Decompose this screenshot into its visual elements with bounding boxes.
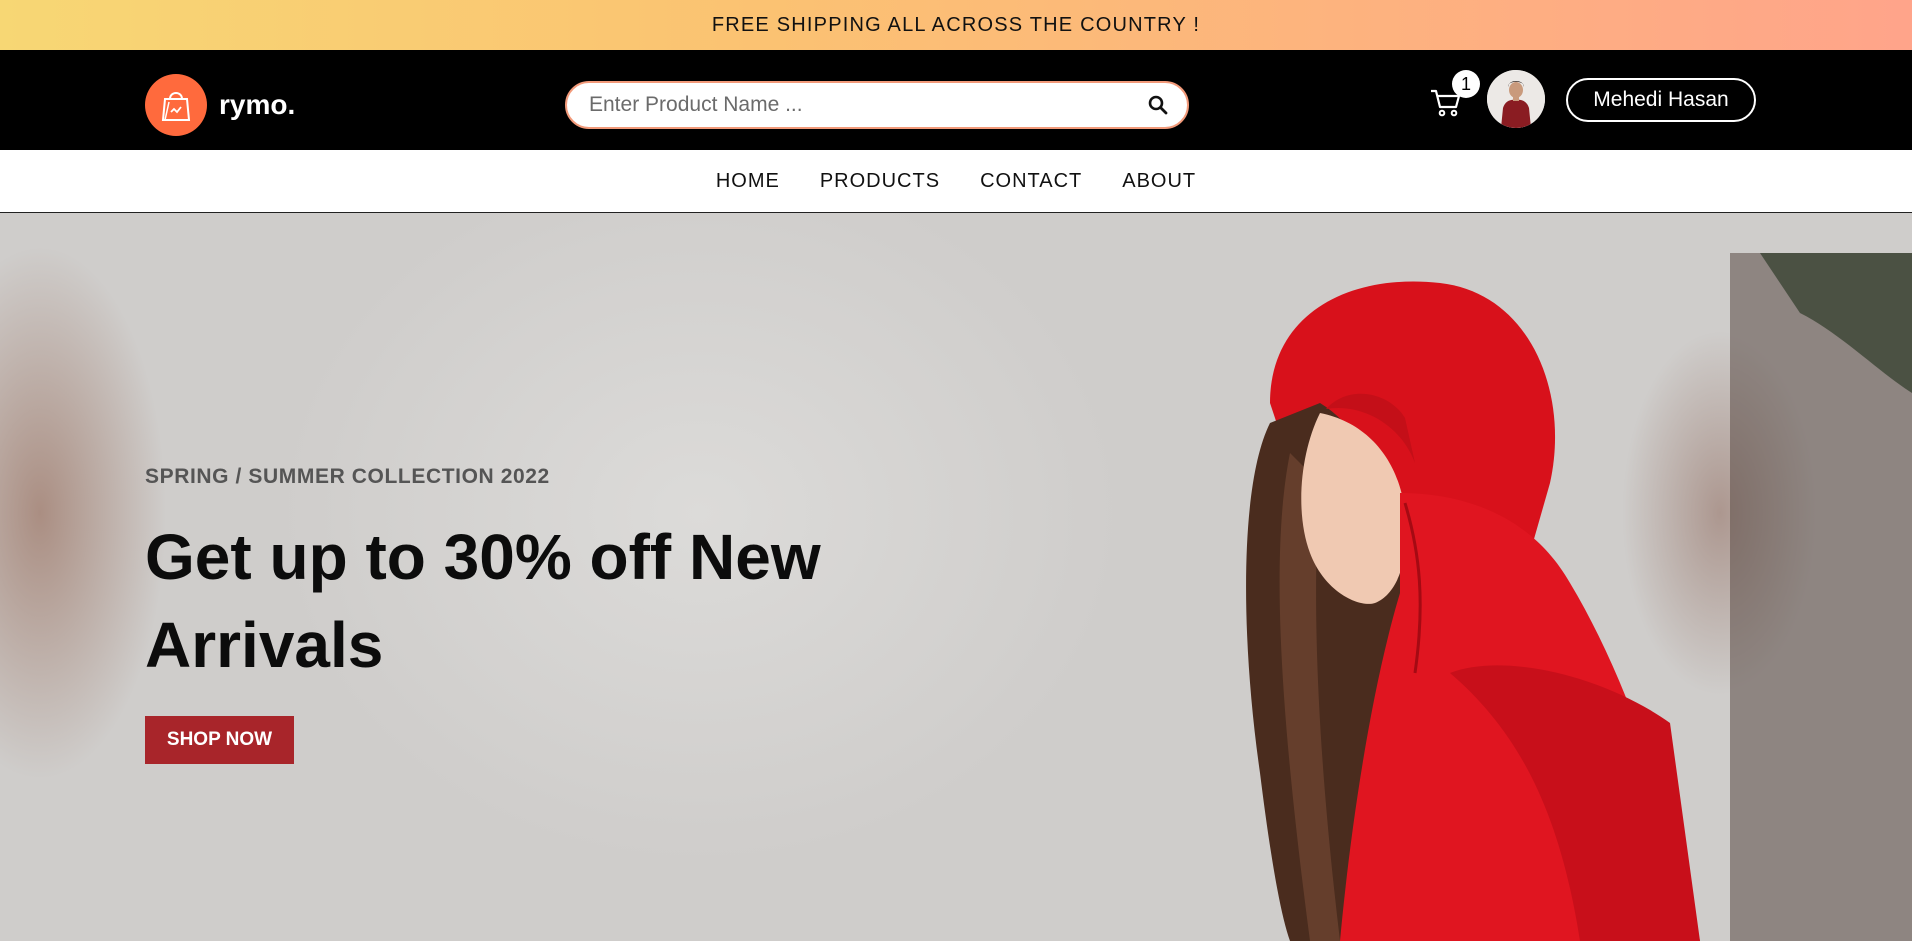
cart-count-badge: 1	[1452, 70, 1480, 98]
announcement-bar: FREE SHIPPING ALL ACROSS THE COUNTRY !	[0, 0, 1912, 50]
nav-item-about[interactable]: ABOUT	[1122, 170, 1196, 193]
search-input[interactable]	[587, 92, 1143, 118]
hero-banner: SPRING / SUMMER COLLECTION 2022 Get up t…	[0, 213, 1912, 941]
nav-item-contact[interactable]: CONTACT	[980, 170, 1082, 193]
shopping-bag-icon	[145, 74, 207, 136]
user-menu-button[interactable]: Mehedi Hasan	[1566, 78, 1756, 122]
logo[interactable]: rymo.	[145, 74, 295, 136]
brand-name: rymo.	[219, 89, 296, 120]
cart-button[interactable]: 1	[1430, 70, 1480, 120]
hero-title: Get up to 30% off New Arrivals	[145, 521, 821, 681]
hero-subtitle: SPRING / SUMMER COLLECTION 2022	[145, 465, 550, 488]
nav-item-home[interactable]: HOME	[716, 170, 780, 193]
search-icon[interactable]	[1143, 90, 1173, 120]
nav-item-products[interactable]: PRODUCTS	[820, 170, 940, 193]
announcement-text: FREE SHIPPING ALL ACROSS THE COUNTRY !	[711, 13, 1201, 36]
avatar[interactable]	[1487, 70, 1545, 128]
main-nav: HOME PRODUCTS CONTACT ABOUT	[0, 150, 1912, 213]
shop-now-button[interactable]: SHOP NOW	[145, 716, 294, 764]
search-bar	[565, 81, 1189, 129]
site-header: rymo. 1 Mehedi Hasan	[0, 50, 1912, 150]
hero-model-image	[1246, 253, 1912, 941]
